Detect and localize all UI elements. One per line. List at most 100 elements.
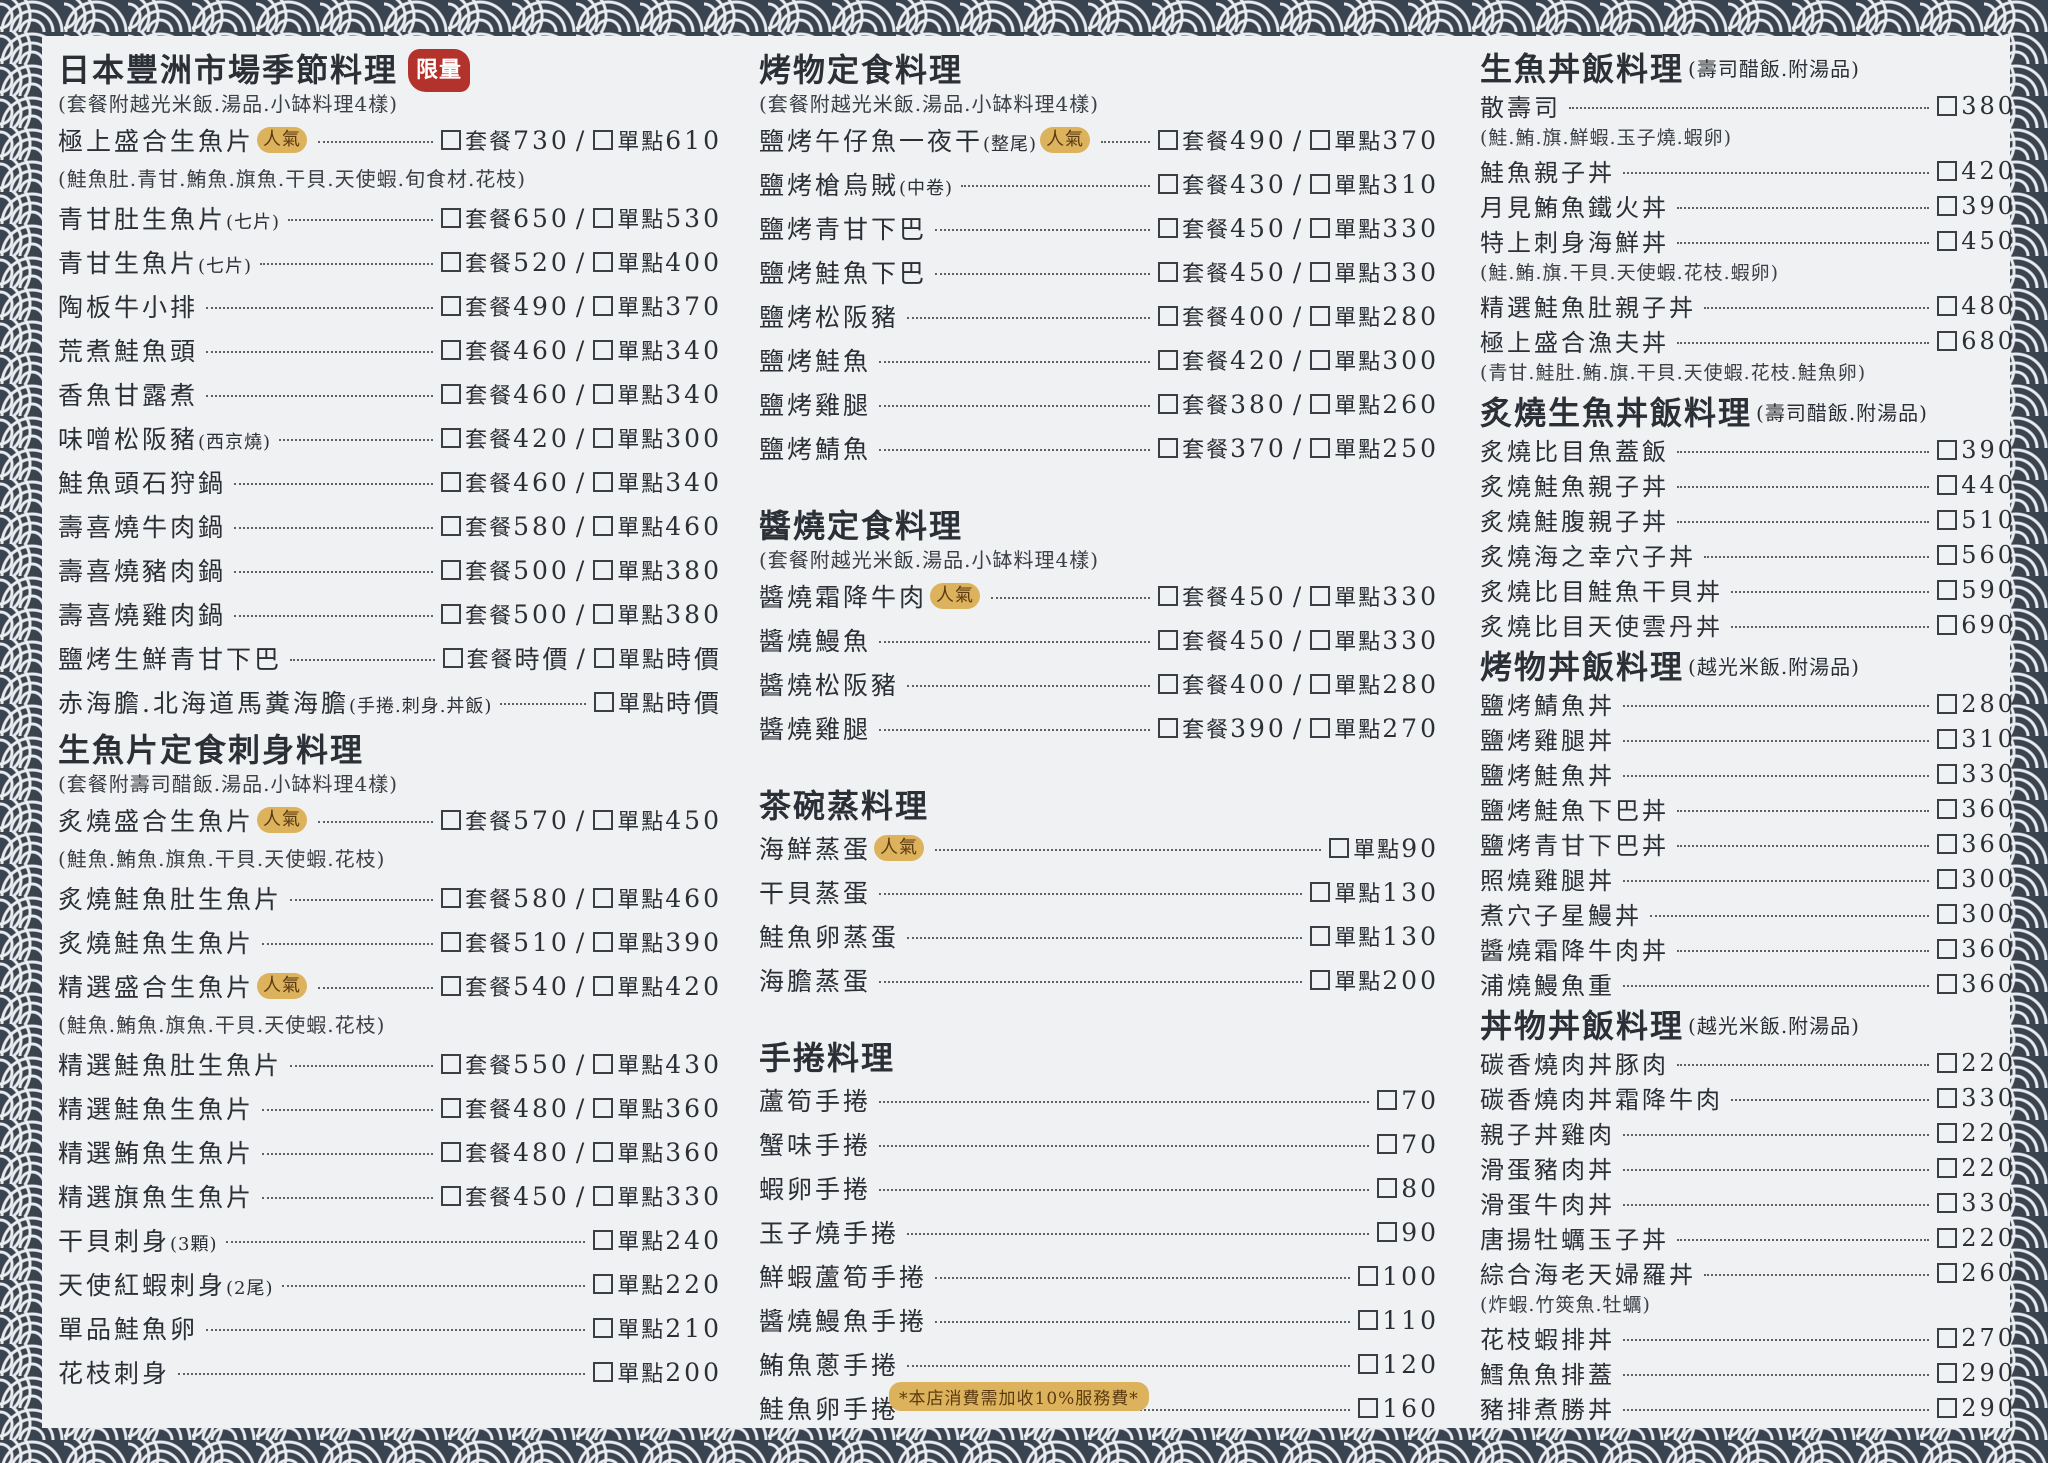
order-checkbox[interactable] (1937, 474, 1958, 495)
order-checkbox[interactable] (1937, 1397, 1958, 1418)
single-checkbox[interactable] (593, 384, 614, 404)
order-checkbox[interactable] (1937, 1052, 1958, 1073)
order-checkbox[interactable] (1937, 1192, 1958, 1213)
single-checkbox[interactable] (593, 296, 614, 316)
set-checkbox[interactable] (441, 384, 462, 404)
order-checkbox[interactable] (1937, 728, 1958, 749)
single-checkbox[interactable] (593, 1054, 614, 1074)
set-checkbox[interactable] (1158, 586, 1179, 606)
order-checkbox[interactable] (1937, 973, 1958, 994)
set-checkbox[interactable] (441, 1142, 462, 1162)
set-checkbox[interactable] (441, 976, 462, 996)
single-checkbox[interactable] (1310, 970, 1331, 990)
order-checkbox[interactable] (1937, 230, 1958, 251)
set-checkbox[interactable] (441, 428, 462, 448)
order-checkbox[interactable] (1937, 693, 1958, 714)
order-checkbox[interactable] (1937, 868, 1958, 889)
single-checkbox[interactable] (593, 1186, 614, 1206)
order-checkbox[interactable] (1937, 833, 1958, 854)
set-checkbox[interactable] (442, 648, 463, 668)
single-checkbox[interactable] (1329, 838, 1350, 858)
set-checkbox[interactable] (441, 888, 462, 908)
single-checkbox[interactable] (593, 888, 614, 908)
order-checkbox[interactable] (1937, 160, 1958, 181)
set-checkbox[interactable] (441, 252, 462, 272)
order-checkbox[interactable] (1937, 544, 1958, 565)
set-checkbox[interactable] (1158, 350, 1179, 370)
set-checkbox[interactable] (441, 810, 462, 830)
single-checkbox[interactable] (593, 516, 614, 536)
set-checkbox[interactable] (441, 296, 462, 316)
order-checkbox[interactable] (1937, 614, 1958, 635)
order-checkbox[interactable] (1937, 903, 1958, 924)
set-checkbox[interactable] (441, 604, 462, 624)
set-checkbox[interactable] (441, 932, 462, 952)
order-checkbox[interactable] (1937, 1087, 1958, 1108)
order-checkbox[interactable] (1937, 938, 1958, 959)
single-checkbox[interactable] (1310, 586, 1331, 606)
single-checkbox[interactable] (1310, 630, 1331, 650)
single-checkbox[interactable] (593, 1230, 614, 1250)
order-checkbox[interactable] (1377, 1090, 1398, 1110)
set-checkbox[interactable] (441, 1098, 462, 1118)
single-checkbox[interactable] (593, 1098, 614, 1118)
set-checkbox[interactable] (441, 130, 462, 150)
set-checkbox[interactable] (1158, 718, 1179, 738)
set-checkbox[interactable] (441, 208, 462, 228)
order-checkbox[interactable] (1937, 195, 1958, 216)
single-checkbox[interactable] (593, 976, 614, 996)
single-checkbox[interactable] (1310, 926, 1331, 946)
order-checkbox[interactable] (1937, 1327, 1958, 1348)
order-checkbox[interactable] (1937, 579, 1958, 600)
order-checkbox[interactable] (1358, 1310, 1379, 1330)
set-checkbox[interactable] (441, 472, 462, 492)
single-checkbox[interactable] (593, 648, 614, 668)
single-checkbox[interactable] (593, 1274, 614, 1294)
single-checkbox[interactable] (593, 340, 614, 360)
single-checkbox[interactable] (593, 1142, 614, 1162)
order-checkbox[interactable] (1937, 1262, 1958, 1283)
order-checkbox[interactable] (1937, 1122, 1958, 1143)
set-checkbox[interactable] (441, 1186, 462, 1206)
set-checkbox[interactable] (1158, 218, 1179, 238)
order-checkbox[interactable] (1377, 1134, 1398, 1154)
set-checkbox[interactable] (441, 560, 462, 580)
single-checkbox[interactable] (593, 932, 614, 952)
set-checkbox[interactable] (1158, 438, 1179, 458)
order-checkbox[interactable] (1937, 1227, 1958, 1248)
set-checkbox[interactable] (441, 516, 462, 536)
single-checkbox[interactable] (1310, 306, 1331, 326)
order-checkbox[interactable] (1937, 95, 1958, 116)
set-checkbox[interactable] (1158, 174, 1179, 194)
single-checkbox[interactable] (1310, 718, 1331, 738)
single-checkbox[interactable] (1310, 674, 1331, 694)
order-checkbox[interactable] (1937, 295, 1958, 316)
order-checkbox[interactable] (1358, 1354, 1379, 1374)
single-checkbox[interactable] (1310, 350, 1331, 370)
order-checkbox[interactable] (1937, 1362, 1958, 1383)
set-checkbox[interactable] (1158, 306, 1179, 326)
order-checkbox[interactable] (1937, 509, 1958, 530)
order-checkbox[interactable] (1358, 1266, 1379, 1286)
single-checkbox[interactable] (1310, 882, 1331, 902)
single-checkbox[interactable] (1310, 262, 1331, 282)
single-checkbox[interactable] (593, 1362, 614, 1382)
single-checkbox[interactable] (1310, 394, 1331, 414)
order-checkbox[interactable] (1937, 439, 1958, 460)
set-checkbox[interactable] (1158, 674, 1179, 694)
single-checkbox[interactable] (1310, 130, 1331, 150)
single-checkbox[interactable] (593, 604, 614, 624)
order-checkbox[interactable] (1937, 330, 1958, 351)
single-checkbox[interactable] (593, 560, 614, 580)
single-checkbox[interactable] (593, 810, 614, 830)
set-checkbox[interactable] (441, 1054, 462, 1074)
single-checkbox[interactable] (593, 692, 614, 712)
order-checkbox[interactable] (1377, 1178, 1398, 1198)
single-checkbox[interactable] (593, 472, 614, 492)
order-checkbox[interactable] (1377, 1222, 1398, 1242)
single-checkbox[interactable] (593, 208, 614, 228)
single-checkbox[interactable] (1310, 438, 1331, 458)
order-checkbox[interactable] (1937, 798, 1958, 819)
set-checkbox[interactable] (1158, 630, 1179, 650)
single-checkbox[interactable] (593, 252, 614, 272)
